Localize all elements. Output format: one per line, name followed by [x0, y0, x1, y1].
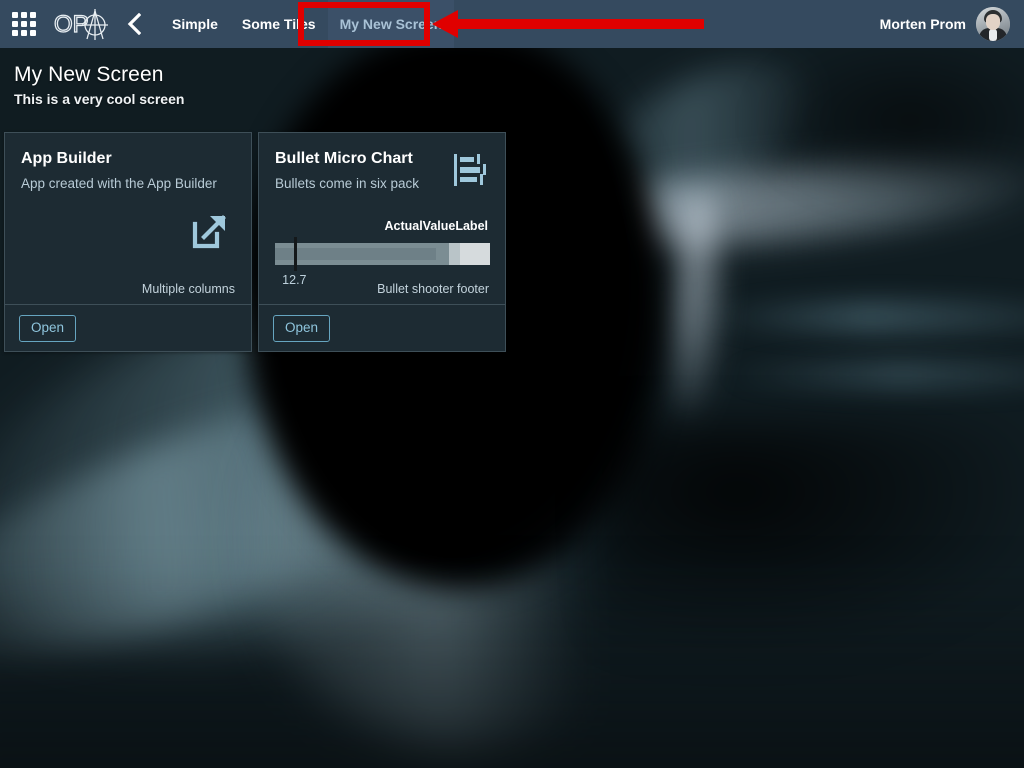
user-menu[interactable]: Morten Prom: [880, 0, 1024, 48]
app-root: OP Simple Some Tiles My New Screen: [0, 0, 1024, 768]
wallpaper-glow-band-1: [700, 300, 1024, 334]
tile-bullet-micro-chart-body: Bullet Micro Chart Bullets come in six p…: [259, 133, 505, 304]
bullet-chart-glyph: [453, 153, 489, 187]
page-title: My New Screen: [14, 62, 184, 88]
tab-simple-label: Simple: [172, 16, 218, 32]
tab-simple[interactable]: Simple: [160, 0, 230, 48]
bullet-track: [275, 243, 490, 265]
tile-bullet-micro-chart-title: Bullet Micro Chart: [275, 149, 419, 169]
tab-some-tiles[interactable]: Some Tiles: [230, 0, 328, 48]
bullet-chart-icon: [453, 153, 489, 192]
shell-header: OP Simple Some Tiles My New Screen: [0, 0, 1024, 48]
chevron-left-glyph: [127, 13, 141, 35]
bullet-threshold-label: 12.7: [282, 273, 306, 287]
tile-app-builder-texts: App Builder App created with the App Bui…: [21, 149, 217, 193]
wallpaper-shadow-bottom: [0, 560, 1024, 768]
tab-my-new-screen[interactable]: My New Screen: [328, 0, 455, 48]
tile-bullet-micro-chart-actions: Open: [259, 305, 505, 351]
user-name: Morten Prom: [880, 16, 966, 32]
grid-menu-icon[interactable]: [0, 0, 48, 48]
tab-some-tiles-label: Some Tiles: [242, 16, 316, 32]
desktop-wallpaper: [0, 0, 1024, 768]
tile-app-builder-body: App Builder App created with the App Bui…: [5, 133, 251, 304]
bullet-micro-chart: ActualValueLabel 12.7: [275, 219, 489, 289]
wallpaper-glow-band-2: [720, 360, 1024, 390]
bullet-scale: 12.7: [275, 273, 490, 289]
tab-my-new-screen-label: My New Screen: [340, 16, 443, 32]
tile-app-builder-header: App Builder App created with the App Bui…: [21, 149, 235, 193]
chevron-left-icon[interactable]: [116, 0, 152, 48]
external-link-icon: [189, 211, 229, 256]
avatar-face: [986, 14, 1000, 30]
compass-a-logo-icon: OP: [54, 7, 116, 41]
external-link-glyph: [189, 211, 229, 251]
bullet-threshold-marker: [294, 237, 297, 271]
tile-app-builder-footer: Multiple columns: [21, 282, 235, 304]
page-header: My New Screen This is a very cool screen: [14, 62, 184, 108]
tile-bullet-micro-chart-header: Bullet Micro Chart Bullets come in six p…: [275, 149, 489, 193]
tile-bullet-micro-chart-subtitle: Bullets come in six pack: [275, 175, 419, 193]
page-subtitle: This is a very cool screen: [14, 90, 184, 108]
tile-app-builder[interactable]: App Builder App created with the App Bui…: [4, 132, 252, 352]
brand-logo[interactable]: OP: [54, 0, 116, 48]
tile-bullet-micro-chart-texts: Bullet Micro Chart Bullets come in six p…: [275, 149, 419, 193]
tile-app-builder-actions: Open: [5, 305, 251, 351]
navigation-tabs: Simple Some Tiles My New Screen: [160, 0, 454, 48]
tile-app-builder-title: App Builder: [21, 149, 217, 169]
tile-app-builder-subtitle: App created with the App Builder: [21, 175, 217, 193]
bullet-value-label: ActualValueLabel: [275, 219, 489, 234]
avatar-shirt: [989, 29, 997, 41]
grid-menu-glyph: [12, 12, 36, 36]
tile-app-builder-content: [21, 193, 235, 282]
avatar[interactable]: [976, 7, 1010, 41]
open-button-app-builder[interactable]: Open: [19, 315, 76, 342]
wallpaper-shadow-top-right: [760, 40, 1024, 200]
tile-bullet-micro-chart-content: ActualValueLabel 12.7: [275, 193, 489, 282]
tile-bullet-micro-chart[interactable]: Bullet Micro Chart Bullets come in six p…: [258, 132, 506, 352]
tile-container: App Builder App created with the App Bui…: [4, 132, 506, 352]
open-button-bullet-micro-chart[interactable]: Open: [273, 315, 330, 342]
bullet-actual-bar: [275, 248, 436, 260]
